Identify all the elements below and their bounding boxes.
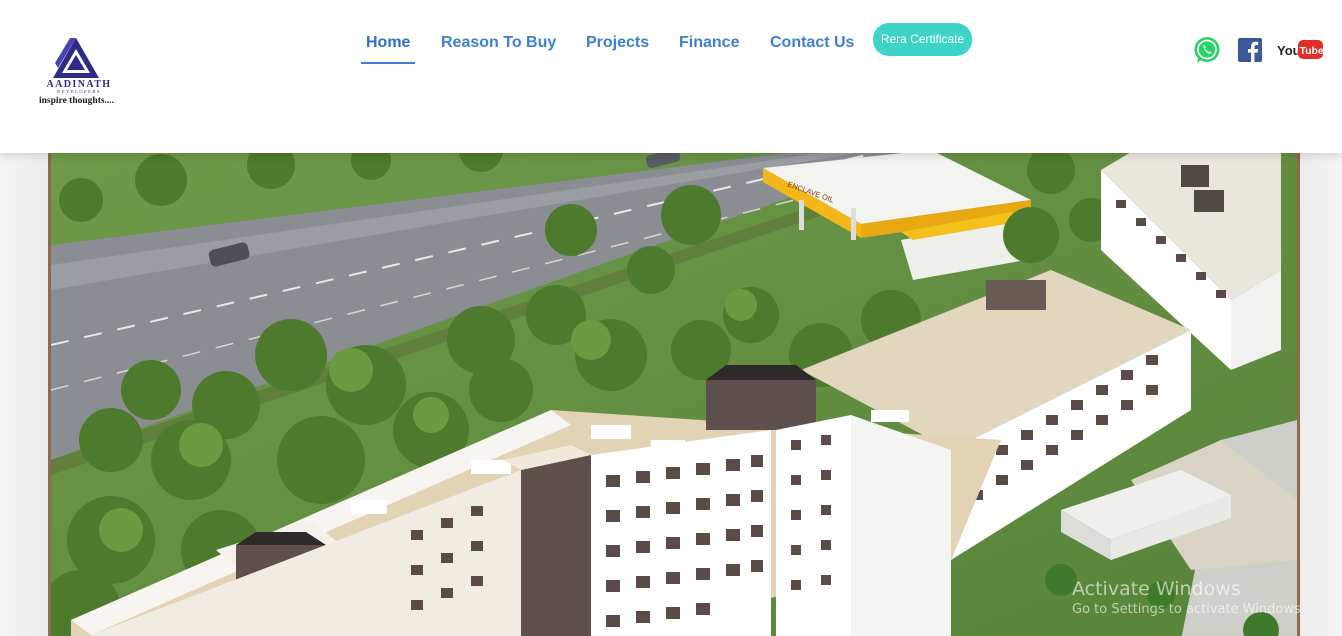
hero-banner: ENCLAVE OIL bbox=[48, 140, 1300, 636]
rera-certificate-button[interactable]: Rera Certificate bbox=[873, 23, 972, 56]
brand-tagline: inspire thoughts.... bbox=[39, 96, 115, 106]
activate-windows-watermark: Activate Windows Go to Settings to activ… bbox=[1072, 578, 1305, 617]
brand-logo[interactable]: AADINATH DEVELOPERS inspire thoughts.... bbox=[38, 36, 118, 112]
aerial-render-image: ENCLAVE OIL bbox=[51, 140, 1297, 636]
facebook-icon[interactable] bbox=[1238, 38, 1262, 62]
watermark-subtitle: Go to Settings to activate Windows. bbox=[1072, 602, 1305, 617]
page-background-left bbox=[0, 153, 48, 636]
page-background-right bbox=[1300, 153, 1342, 636]
svg-text:Tube: Tube bbox=[1300, 45, 1324, 57]
nav-home[interactable]: Home bbox=[361, 33, 416, 64]
nav-projects[interactable]: Projects bbox=[586, 33, 649, 53]
youtube-icon[interactable]: You Tube bbox=[1277, 38, 1323, 62]
nav-finance[interactable]: Finance bbox=[679, 33, 739, 53]
whatsapp-icon[interactable] bbox=[1193, 36, 1221, 64]
site-header: AADINATH DEVELOPERS inspire thoughts....… bbox=[0, 0, 1342, 153]
triangle-logo-icon bbox=[53, 38, 99, 78]
nav-contact-us[interactable]: Contact Us bbox=[770, 33, 854, 53]
nav-reason-to-buy[interactable]: Reason To Buy bbox=[441, 33, 556, 53]
brand-subtitle: DEVELOPERS bbox=[57, 89, 101, 94]
watermark-title: Activate Windows bbox=[1072, 578, 1241, 600]
svg-text:You: You bbox=[1277, 43, 1301, 58]
